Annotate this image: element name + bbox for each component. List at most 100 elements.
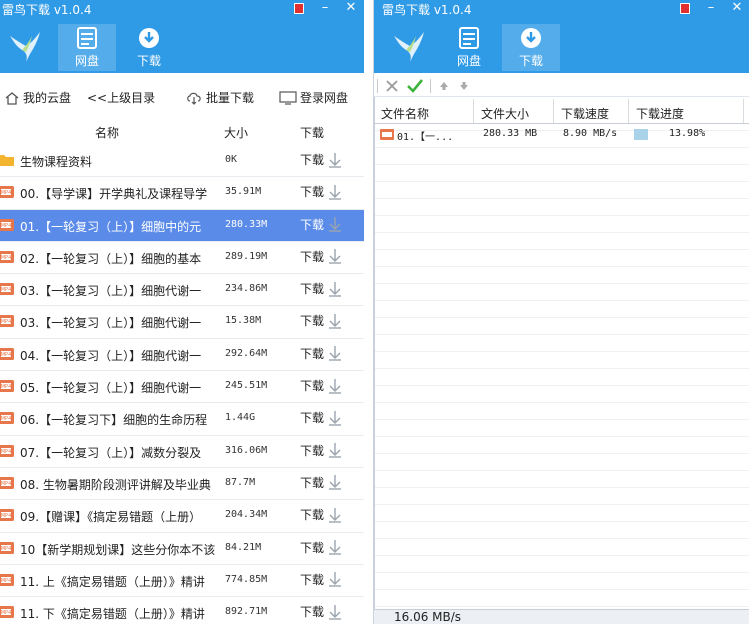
download-button[interactable]: 下载	[300, 312, 342, 329]
column-name[interactable]: 名称	[95, 124, 119, 141]
download-label: 下载	[300, 217, 325, 232]
window-title: 雷鸟下载 v1.0.4	[382, 3, 472, 17]
download-button[interactable]: 下载	[300, 539, 342, 556]
table-row[interactable]: MP4 01.【一轮复习（上）】细胞中的元 280.33M 下载	[0, 209, 364, 242]
column-file-size[interactable]: 文件大小	[481, 105, 529, 122]
restore-icon[interactable]	[672, 0, 698, 18]
close-icon[interactable]: ✕	[724, 0, 749, 18]
file-name: 03.【一轮复习（上）】细胞代谢一	[20, 284, 202, 299]
download-button[interactable]: 下载	[300, 409, 342, 426]
table-row[interactable]: MP4 05.【一轮复习（上）】细胞代谢一 245.51M 下载	[0, 371, 364, 404]
minimize-icon[interactable]: –	[312, 0, 338, 18]
move-up-button[interactable]	[438, 80, 450, 92]
download-button[interactable]: 下载	[300, 571, 342, 588]
download-button[interactable]: 下载	[300, 603, 342, 620]
column-progress[interactable]: 下载进度	[636, 105, 684, 122]
file-name: 05.【一轮复习（上）】细胞代谢一	[20, 381, 202, 396]
file-name: 10【新学期规划课】这些分你本不该	[20, 542, 216, 557]
tab-download[interactable]: 下载	[502, 24, 560, 71]
cloud-disk-icon	[459, 27, 479, 49]
move-down-button[interactable]	[458, 80, 470, 92]
table-row[interactable]: MP4 03.【一轮复习（上）】细胞代谢一 15.38M 下载	[0, 306, 364, 339]
download-label: 下载	[300, 605, 325, 620]
download-button[interactable]: 下载	[300, 474, 342, 491]
cloud-disk-icon	[77, 27, 97, 49]
table-row[interactable]: MP4 11. 上《搞定易错题（上册）》精讲 774.85M 下载	[0, 565, 364, 598]
tab-netdisk[interactable]: 网盘	[58, 24, 116, 71]
file-size: 289.19M	[225, 250, 268, 262]
download-button[interactable]: 下载	[300, 377, 342, 394]
column-speed[interactable]: 下载速度	[561, 105, 609, 122]
toolbar-separator	[430, 79, 431, 93]
download-button[interactable]: 下载	[300, 506, 342, 523]
download-button[interactable]: 下载	[300, 345, 342, 362]
table-row[interactable]: MP4 08. 生物暑期阶段测评讲解及毕业典 87.7M 下载	[0, 468, 364, 501]
download-toolbar	[374, 76, 749, 97]
status-bar: 16.06 MB/s	[374, 609, 749, 624]
table-row[interactable]: MP4 00.【导学课】开学典礼及课程导学 35.91M 下载	[0, 177, 364, 210]
table-row[interactable]: MP4 07.【一轮复习（上）】减数分裂及 316.06M 下载	[0, 436, 364, 468]
cancel-button[interactable]	[385, 79, 399, 93]
file-size: 774.85M	[225, 573, 268, 585]
table-row[interactable]: MP4 02.【一轮复习（上）】细胞的基本 289.19M 下载	[0, 242, 364, 275]
batch-download-button[interactable]: 批量下载	[185, 89, 254, 106]
netdisk-window: 雷鸟下载 v1.0.4 – ✕ 网盘 下载 我的云盘 <<上级目录 批量下载 登…	[0, 0, 364, 624]
download-label: 下载	[300, 153, 325, 167]
my-cloud-button[interactable]: 我的云盘	[4, 89, 71, 106]
file-name: 生物课程资料	[20, 155, 93, 169]
download-button[interactable]: 下载	[300, 280, 342, 297]
table-row[interactable]: MP4 04.【一轮复习（上）】细胞代谢一 292.64M 下载	[0, 339, 364, 372]
window-controls: – ✕	[672, 0, 749, 18]
login-button[interactable]: 登录网盘	[279, 89, 348, 106]
tab-netdisk-label: 网盘	[456, 54, 481, 68]
column-file-name[interactable]: 文件名称	[381, 105, 429, 122]
download-button[interactable]: 下载	[300, 216, 342, 233]
arrow-down-icon	[329, 281, 342, 297]
parent-dir-button[interactable]: <<上级目录	[87, 89, 155, 106]
tab-download[interactable]: 下载	[120, 24, 178, 71]
file-size: 1.44G	[225, 412, 256, 424]
file-name: 11. 下《搞定易错题（上册）》精讲	[20, 607, 205, 622]
title-bar: 雷鸟下载 v1.0.4 – ✕ 网盘 下载	[374, 0, 749, 73]
download-button[interactable]: 下载	[300, 183, 342, 200]
download-button[interactable]: 下载	[300, 248, 342, 265]
download-button[interactable]: 下载	[300, 151, 342, 168]
download-label: 下载	[300, 185, 325, 200]
column-size[interactable]: 大小	[224, 124, 248, 141]
download-label: 下载	[300, 249, 325, 264]
minimize-icon[interactable]: –	[698, 0, 724, 18]
close-icon[interactable]: ✕	[338, 0, 364, 18]
arrow-up-icon	[440, 82, 448, 90]
arrow-down-icon	[329, 152, 342, 168]
download-button[interactable]: 下载	[300, 442, 342, 459]
my-cloud-label: 我的云盘	[23, 91, 72, 105]
video-file-icon: MP4	[0, 508, 15, 525]
file-size: 0K	[225, 154, 238, 165]
table-row[interactable]: 生物课程资料 0K 下载	[0, 145, 364, 178]
download-row[interactable]: 01.【一... 280.33 MB 8.90 MB/s 13.98%	[375, 127, 749, 143]
download-file-name: 01.【一...	[397, 132, 454, 143]
toolbar: 我的云盘 <<上级目录 批量下载 登录网盘	[0, 84, 364, 112]
arrow-down-icon	[329, 378, 342, 394]
file-size: 84.21M	[225, 541, 262, 553]
download-window: 雷鸟下载 v1.0.4 – ✕ 网盘 下载 文件名称 文件大小 下载速度 下载进…	[373, 0, 749, 624]
column-download[interactable]: 下载	[300, 124, 324, 141]
download-label: 下载	[300, 314, 325, 329]
table-row[interactable]: MP4 09.【赠课】《搞定易错题（上册） 204.34M 下载	[0, 500, 364, 533]
tab-netdisk[interactable]: 网盘	[440, 24, 498, 71]
table-header: 文件名称 文件大小 下载速度 下载进度	[375, 97, 749, 124]
window-controls: – ✕	[286, 0, 364, 18]
confirm-button[interactable]	[407, 79, 423, 93]
file-size: 204.34M	[225, 509, 268, 521]
download-table: 文件名称 文件大小 下载速度 下载进度 01.【一... 280.33 MB 8…	[374, 97, 749, 610]
table-row[interactable]: MP4 11. 下《搞定易错题（上册）》精讲 892.71M 下载	[0, 597, 364, 624]
column-divider[interactable]	[628, 99, 629, 123]
column-divider[interactable]	[743, 99, 744, 123]
download-label: 下载	[300, 282, 325, 297]
column-divider[interactable]	[473, 99, 474, 123]
table-row[interactable]: MP4 06.【一轮复习下】细胞的生命历程 1.44G 下载	[0, 403, 364, 436]
table-row[interactable]: MP4 10【新学期规划课】这些分你本不该 84.21M 下载	[0, 533, 364, 565]
restore-icon[interactable]	[286, 0, 312, 18]
column-divider[interactable]	[553, 99, 554, 123]
table-row[interactable]: MP4 03.【一轮复习（上）】细胞代谢一 234.86M 下载	[0, 274, 364, 307]
